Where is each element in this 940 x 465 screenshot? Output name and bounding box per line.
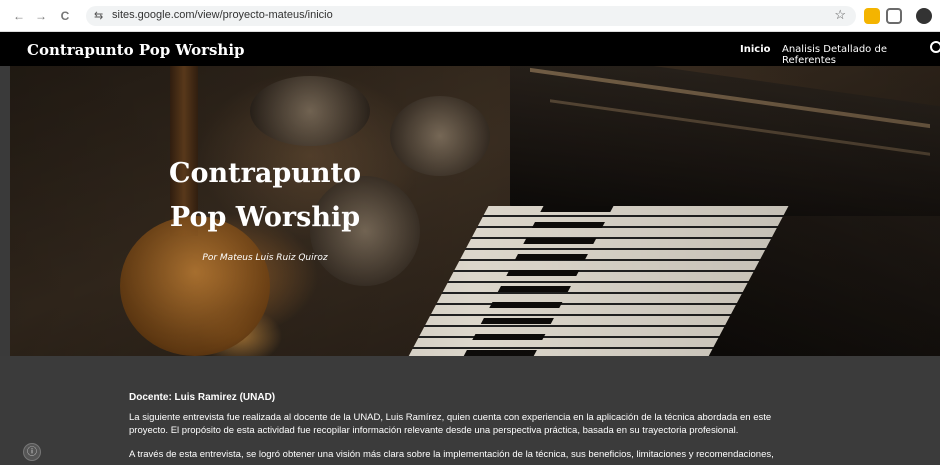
nav-item-inicio[interactable]: Inicio (740, 44, 771, 55)
paragraph-line: A través de esta entrevista, se logró ob… (129, 449, 774, 460)
search-icon[interactable] (930, 41, 940, 53)
reload-icon[interactable]: C (58, 9, 72, 23)
extension-icon[interactable] (864, 8, 880, 24)
address-bar[interactable]: ⇆ sites.google.com/view/proyecto-mateus/… (86, 6, 856, 26)
hero-banner: Contrapunto Pop Worship Por Mateus Luis … (10, 66, 940, 356)
content-heading: Docente: Luis Ramirez (UNAD) (129, 392, 276, 403)
site-settings-icon[interactable]: ⇆ (94, 9, 103, 22)
url-text[interactable]: sites.google.com/view/proyecto-mateus/in… (112, 9, 333, 21)
extensions-puzzle-icon[interactable] (886, 8, 902, 24)
profile-avatar-icon[interactable] (916, 8, 932, 24)
content-section: Docente: Luis Ramirez (UNAD) La siguient… (0, 356, 940, 465)
back-icon[interactable]: ← (12, 9, 26, 23)
nav-item-analisis[interactable]: Analisis Detallado de Referentes (782, 44, 940, 66)
forward-icon[interactable]: → (34, 9, 48, 23)
bookmark-star-icon[interactable]: ☆ (834, 7, 846, 23)
paragraph-line: La siguiente entrevista fue realizada al… (129, 412, 772, 423)
site-header: Contrapunto Pop Worship Inicio Analisis … (0, 32, 940, 66)
info-button-icon[interactable]: ⓘ (23, 443, 41, 461)
hero-title-line2: Pop Worship (169, 202, 361, 233)
hero-subtitle: Por Mateus Luis Ruiz Quiroz (202, 253, 328, 263)
hero-title-line1: Contrapunto (169, 158, 361, 189)
site-title[interactable]: Contrapunto Pop Worship (27, 41, 245, 59)
paragraph-line: proyecto. El propósito de esta actividad… (129, 425, 739, 436)
browser-toolbar: ← → C ⇆ sites.google.com/view/proyecto-m… (0, 0, 940, 32)
